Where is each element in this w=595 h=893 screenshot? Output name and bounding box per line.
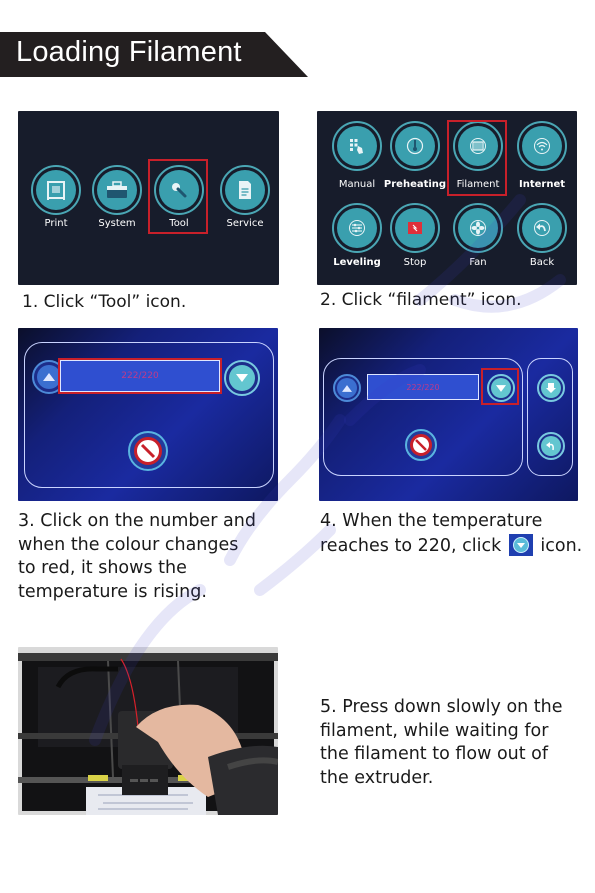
step-2-caption: 2. Click “filament” icon. [320, 290, 522, 310]
stop-icon [408, 222, 422, 234]
step-3-screenshot-temperature-panel: 222/220 [18, 328, 278, 501]
internet-label: Internet [518, 179, 565, 190]
service-button[interactable] [220, 165, 270, 215]
step-5-caption-line: 5. Press down slowly on the [320, 697, 563, 717]
thermometer-icon [406, 137, 424, 155]
preheating-button[interactable] [390, 121, 440, 171]
step-4-caption: 4. When the temperature reaches to 220, … [320, 510, 595, 558]
temperature-input[interactable]: 222/220 [367, 374, 479, 400]
step-5-caption: 5. Press down slowly on the filament, wh… [320, 696, 595, 790]
step-5-photo-loading-filament [18, 647, 278, 815]
triangle-down-icon [236, 374, 248, 382]
step-4-caption-line: reaches to 220, click icon. [320, 533, 595, 559]
return-button[interactable] [537, 432, 565, 460]
back-arrow-icon [546, 442, 554, 451]
print-button[interactable] [31, 165, 81, 215]
back-button[interactable] [517, 203, 567, 253]
printer-extruder-photo [18, 647, 278, 815]
increase-temperature-button[interactable] [333, 374, 361, 402]
step-1-screenshot-main-menu: Print System Tool Service [18, 111, 279, 285]
step-5-caption-line: the filament to flow out of [320, 744, 549, 764]
printer-icon [47, 181, 65, 200]
step-5-caption-line: filament, while waiting for [320, 720, 549, 741]
step-1-caption: 1. Click “Tool” icon. [22, 292, 187, 312]
tool-highlight-box [148, 159, 208, 234]
step-3-caption: 3. Click on the number and when the colo… [18, 510, 308, 604]
cancel-button[interactable] [405, 429, 437, 461]
decrease-temperature-button[interactable] [224, 360, 260, 396]
internet-button[interactable] [517, 121, 567, 171]
triangle-up-icon [43, 373, 55, 381]
section-header-banner: Loading Filament [0, 32, 308, 77]
triangle-up-icon [342, 384, 352, 392]
prohibited-icon [140, 443, 156, 459]
down-arrow-icon [546, 383, 556, 393]
wifi-icon [534, 138, 550, 154]
step-2-screenshot-tool-menu: Manual Preheating Filament Internet Leve… [317, 111, 577, 285]
system-button[interactable] [92, 165, 142, 215]
sliders-icon [349, 220, 365, 236]
toolbox-icon [107, 181, 127, 198]
service-label: Service [226, 218, 264, 229]
cancel-button[interactable] [128, 431, 168, 471]
document-icon [239, 181, 251, 199]
back-arrow-icon [534, 220, 550, 236]
step-4-caption-line: 4. When the temperature [320, 511, 543, 531]
fan-icon [470, 220, 486, 236]
manual-button[interactable] [332, 121, 382, 171]
page-title: Loading Filament [16, 36, 242, 68]
fan-button[interactable] [453, 203, 503, 253]
load-button[interactable] [537, 374, 565, 402]
step-4-caption-text: icon. [540, 535, 583, 556]
step-3-caption-line: when the colour changes [18, 534, 239, 555]
step-3-caption-line: 3. Click on the number and [18, 511, 256, 531]
leveling-button[interactable] [332, 203, 382, 253]
step-5-caption-line: the extruder. [320, 767, 434, 788]
temperature-highlight-box [58, 358, 222, 394]
step-4-caption-text: reaches to 220, click [320, 535, 502, 556]
back-label: Back [529, 257, 555, 268]
step-3-caption-line: to red, it shows the [18, 558, 187, 578]
stop-button[interactable] [390, 203, 440, 253]
extrude-highlight-box [481, 368, 519, 405]
step-3-caption-line: temperature is rising. [18, 581, 207, 602]
keypad-touch-icon [350, 139, 363, 154]
filament-highlight-box [447, 120, 507, 196]
prohibited-icon [415, 439, 427, 451]
step-4-screenshot-temperature-panel: 222/220 [319, 328, 578, 501]
extrude-down-icon [508, 533, 533, 556]
